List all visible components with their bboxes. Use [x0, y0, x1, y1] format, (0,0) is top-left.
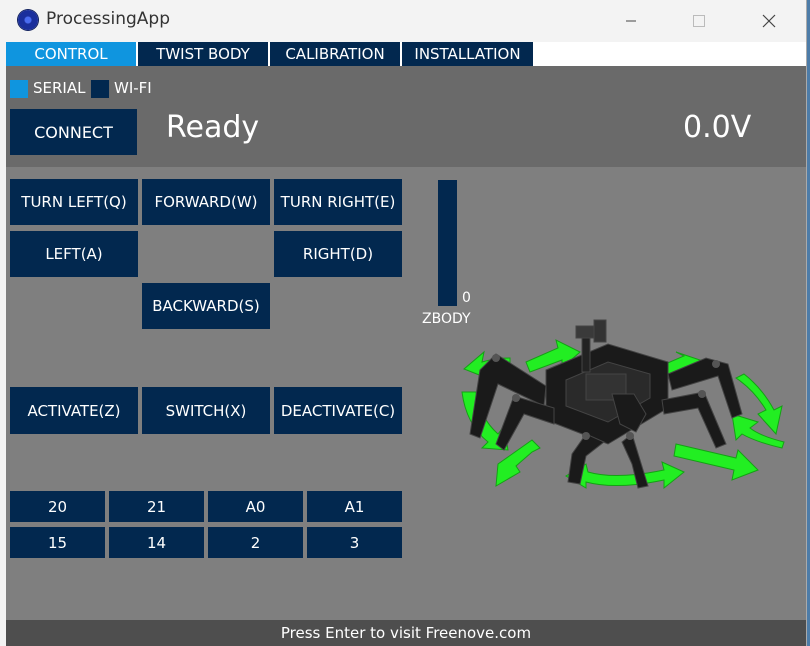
connection-panel: SERIAL WI-FI CONNECT Ready 0.0V — [6, 66, 806, 167]
serial-checkbox[interactable] — [10, 80, 28, 98]
tab-installation[interactable]: INSTALLATION — [402, 42, 533, 66]
pin-button[interactable]: A1 — [307, 491, 402, 522]
backward-button[interactable]: BACKWARD(S) — [142, 283, 270, 329]
title-bar: ProcessingApp — [0, 0, 806, 42]
pin-button[interactable]: 20 — [10, 491, 105, 522]
wifi-checkbox[interactable] — [91, 80, 109, 98]
pin-button[interactable]: 3 — [307, 527, 402, 558]
footer-hint: Press Enter to visit Freenove.com — [6, 620, 806, 646]
switch-button[interactable]: SWITCH(X) — [142, 387, 270, 434]
close-icon[interactable] — [746, 6, 792, 36]
app-window: ProcessingApp CONTROL TWIST BODY CALIBRA… — [0, 0, 807, 646]
deactivate-button[interactable]: DEACTIVATE(C) — [274, 387, 402, 434]
turn-left-button[interactable]: TURN LEFT(Q) — [10, 179, 138, 225]
turn-right-button[interactable]: TURN RIGHT(E) — [274, 179, 402, 225]
left-button[interactable]: LEFT(A) — [10, 231, 138, 277]
hexapod-robot-icon — [436, 274, 786, 499]
forward-button[interactable]: FORWARD(W) — [142, 179, 270, 225]
tab-twist-body[interactable]: TWIST BODY — [138, 42, 268, 66]
wifi-label: WI-FI — [114, 79, 152, 97]
minimize-icon[interactable] — [608, 6, 654, 36]
right-button[interactable]: RIGHT(D) — [274, 231, 402, 277]
voltage-readout: 0.0V — [683, 110, 752, 145]
pin-button[interactable]: 14 — [109, 527, 204, 558]
maximize-icon[interactable] — [676, 6, 722, 36]
pin-button[interactable]: A0 — [208, 491, 303, 522]
serial-label: SERIAL — [33, 79, 86, 97]
activate-button[interactable]: ACTIVATE(Z) — [10, 387, 138, 434]
main-panel: CONTROL TWIST BODY CALIBRATION INSTALLAT… — [6, 42, 806, 646]
window-title: ProcessingApp — [46, 9, 170, 29]
tab-control[interactable]: CONTROL — [6, 42, 136, 66]
connect-button[interactable]: CONNECT — [10, 109, 137, 155]
pin-button[interactable]: 21 — [109, 491, 204, 522]
app-logo-icon — [18, 10, 38, 30]
tab-bar: CONTROL TWIST BODY CALIBRATION INSTALLAT… — [6, 42, 806, 66]
status-text: Ready — [166, 110, 260, 145]
tab-calibration[interactable]: CALIBRATION — [270, 42, 400, 66]
pin-button[interactable]: 15 — [10, 527, 105, 558]
pin-button[interactable]: 2 — [208, 527, 303, 558]
